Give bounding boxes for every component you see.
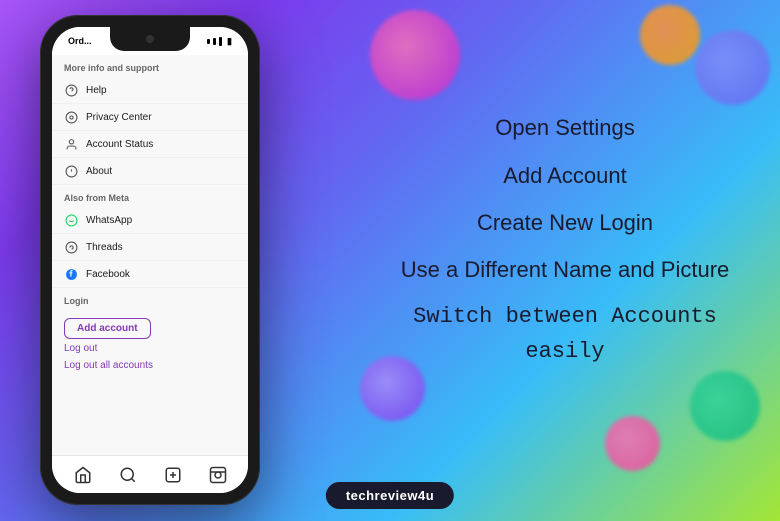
login-section-label: Login: [52, 288, 248, 310]
search-nav-icon[interactable]: [118, 465, 138, 485]
signal-1: [207, 39, 210, 44]
menu-item-help[interactable]: Help: [52, 77, 248, 104]
feature-4: Use a Different Name and Picture: [401, 248, 730, 291]
status-right: ▮: [207, 36, 232, 47]
facebook-label: Facebook: [86, 269, 130, 280]
menu-item-privacy[interactable]: Privacy Center: [52, 104, 248, 131]
feature-2: Add Account: [503, 154, 627, 197]
help-icon: [64, 83, 78, 97]
account-status-icon: [64, 137, 78, 151]
privacy-icon: [64, 110, 78, 124]
feature-5: Switch between Accounts easily: [390, 295, 740, 373]
login-section: Add account Log out Log out all accounts: [52, 310, 248, 377]
bottom-nav: [52, 455, 248, 493]
status-time: Ord...: [68, 36, 92, 46]
phone-mockup: Ord... ▮ More info and support Help: [40, 15, 260, 505]
features-panel: Open Settings Add Account Create New Log…: [350, 0, 780, 480]
battery-icon: ▮: [227, 36, 232, 47]
reels-nav-icon[interactable]: [208, 465, 228, 485]
feature-3: Create New Login: [477, 201, 653, 244]
facebook-icon: [64, 267, 78, 281]
menu-item-facebook[interactable]: Facebook: [52, 261, 248, 288]
signal-3: [219, 37, 222, 46]
menu-item-about[interactable]: About: [52, 158, 248, 185]
logout-link[interactable]: Log out: [64, 339, 236, 358]
phone-notch: [110, 27, 190, 51]
add-account-button[interactable]: Add account: [64, 318, 151, 339]
phone-outer: Ord... ▮ More info and support Help: [40, 15, 260, 505]
privacy-label: Privacy Center: [86, 112, 152, 123]
footer-badge: techreview4u: [326, 482, 454, 509]
section-meta: Also from Meta: [52, 185, 248, 207]
logout-all-link[interactable]: Log out all accounts: [64, 358, 236, 373]
phone-screen: Ord... ▮ More info and support Help: [52, 27, 248, 493]
about-label: About: [86, 166, 112, 177]
menu-item-threads[interactable]: Threads: [52, 234, 248, 261]
about-icon: [64, 164, 78, 178]
whatsapp-icon: [64, 213, 78, 227]
section-more-info: More info and support: [52, 55, 248, 77]
menu-item-account-status[interactable]: Account Status: [52, 131, 248, 158]
account-status-label: Account Status: [86, 139, 153, 150]
phone-content: Ord... ▮ More info and support Help: [52, 27, 248, 493]
whatsapp-label: WhatsApp: [86, 215, 132, 226]
feature-1: Open Settings: [495, 106, 634, 149]
signal-2: [213, 38, 216, 45]
threads-label: Threads: [86, 242, 123, 253]
menu-item-whatsapp[interactable]: WhatsApp: [52, 207, 248, 234]
home-nav-icon[interactable]: [73, 465, 93, 485]
help-label: Help: [86, 85, 107, 96]
add-nav-icon[interactable]: [163, 465, 183, 485]
threads-icon: [64, 240, 78, 254]
front-camera: [146, 35, 154, 43]
